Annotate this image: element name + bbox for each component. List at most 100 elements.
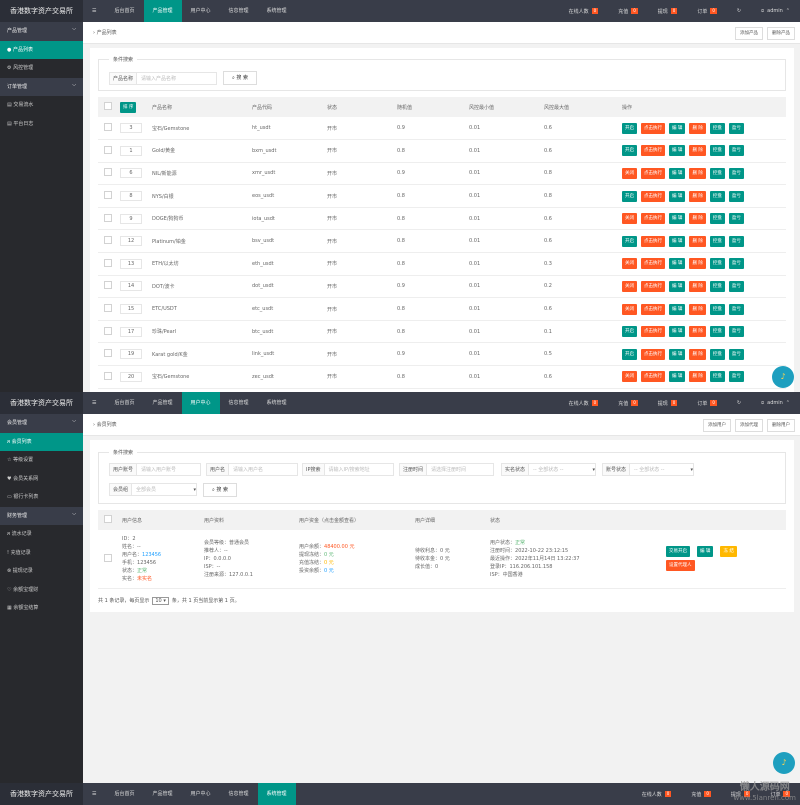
sort-input[interactable]: 6 — [120, 168, 142, 179]
toggle-button[interactable]: 关闭 — [622, 167, 637, 179]
sidebar-item[interactable]: ᴙ 流水记录 — [0, 525, 83, 544]
delete-user-button[interactable]: 删除用户 — [767, 419, 795, 432]
profit-button[interactable]: 盈亏 — [728, 371, 744, 383]
info-value[interactable]: 0 元 — [324, 560, 334, 566]
toggle-button[interactable]: 开启 — [622, 326, 637, 338]
control-button[interactable]: 控盘 — [709, 167, 725, 179]
toggle-button[interactable]: 关闭 — [622, 280, 637, 292]
toggle-button[interactable]: 关闭 — [622, 258, 637, 270]
control-button[interactable]: 控盘 — [709, 213, 725, 225]
edit-button[interactable]: 编 辑 — [669, 326, 686, 338]
info-value[interactable]: 0 元 — [324, 552, 334, 558]
toggle-button[interactable]: 开启 — [622, 190, 637, 202]
edit-button[interactable]: 编 辑 — [669, 303, 686, 315]
order-link[interactable]: 订单 0 — [687, 8, 727, 15]
sidebar-item[interactable]: ▦ 余额宝结算 — [0, 599, 83, 618]
edit-button[interactable]: 编 辑 — [669, 371, 686, 383]
online-users-link[interactable]: 在线人数 0 — [559, 8, 609, 15]
sidebar-item[interactable]: 会员管理 — [0, 412, 83, 433]
recharge-link[interactable]: 充值 0 — [608, 8, 648, 15]
sort-input[interactable]: 3 — [120, 123, 142, 134]
sidebar-item[interactable]: ♥ 会员关系网 — [0, 470, 83, 489]
control-button[interactable]: 控盘 — [709, 348, 725, 360]
sort-input[interactable]: 9 — [120, 213, 142, 224]
edit-button[interactable]: 编 辑 — [669, 145, 686, 157]
profit-button[interactable]: 盈亏 — [728, 348, 744, 360]
add-agent-button[interactable]: 添加代理 — [735, 419, 763, 432]
edit-button[interactable]: 编 辑 — [669, 348, 686, 360]
row-checkbox[interactable] — [104, 213, 112, 222]
edit-button[interactable]: 编 辑 — [669, 258, 686, 270]
execute-button[interactable]: 点击执行 — [641, 280, 665, 292]
row-checkbox[interactable] — [104, 168, 112, 177]
row-checkbox[interactable] — [104, 371, 112, 380]
edit-button[interactable]: 编 辑 — [669, 213, 686, 225]
profit-button[interactable]: 盈亏 — [728, 280, 744, 292]
nav-item[interactable]: 用户中心 — [181, 392, 220, 414]
delete-button[interactable]: 删 除 — [689, 167, 706, 179]
delete-button[interactable]: 删 除 — [689, 303, 706, 315]
search-field[interactable]: 会员组 全部会员 ▾ — [109, 483, 197, 496]
control-button[interactable]: 控盘 — [709, 145, 725, 157]
profit-button[interactable]: 盈亏 — [728, 122, 744, 134]
recharge-link[interactable]: 充值 0 — [608, 400, 648, 407]
sort-input[interactable]: 20 — [120, 371, 142, 382]
sort-input[interactable]: 8 — [120, 191, 142, 202]
search-field-input[interactable]: 请选择注册时间 — [427, 466, 493, 473]
menu-toggle-icon[interactable]: ☰ — [83, 0, 105, 22]
edit-button[interactable]: 编 辑 — [669, 167, 686, 179]
withdraw-link[interactable]: 提现 0 — [648, 8, 688, 15]
nav-item[interactable]: 系统管理 — [258, 392, 296, 414]
search-field-input[interactable]: 请输入用户账号 — [137, 466, 200, 473]
edit-button[interactable]: 编 辑 — [669, 280, 686, 292]
row-checkbox[interactable] — [104, 304, 112, 313]
product-name-input[interactable]: 请输入产品名称 — [137, 75, 216, 82]
profit-button[interactable]: 盈亏 — [728, 190, 744, 202]
toggle-button[interactable]: 关闭 — [622, 213, 637, 225]
online-users-link[interactable]: 在线人数 0 — [559, 400, 609, 407]
nav-item[interactable]: 用户中心 — [182, 0, 220, 22]
order-link[interactable]: 订单 0 — [687, 400, 727, 407]
delete-button[interactable]: 删 除 — [689, 258, 706, 270]
user-menu[interactable]: ⍝ admin ⌃ — [751, 8, 800, 14]
edit-button[interactable]: 编 辑 — [669, 190, 686, 202]
delete-button[interactable]: 删 除 — [689, 145, 706, 157]
execute-button[interactable]: 点击执行 — [641, 258, 665, 270]
user-menu[interactable]: ⍝ admin ⌃ — [751, 400, 800, 406]
chat-float-button[interactable]: ♪ — [772, 366, 794, 388]
sort-input[interactable]: 19 — [120, 349, 142, 360]
nav-item[interactable]: 产品管理 — [144, 392, 182, 414]
delete-button[interactable]: 删 除 — [689, 348, 706, 360]
sidebar-item[interactable]: ▤ 平台日志 — [0, 115, 83, 134]
row-checkbox[interactable] — [104, 553, 112, 562]
nav-item[interactable]: 产品管理 — [144, 783, 182, 805]
menu-toggle-icon[interactable]: ☰ — [83, 392, 105, 414]
info-value[interactable]: 0 元 — [324, 568, 334, 574]
page-size-select[interactable]: 10 ▾ — [152, 596, 169, 605]
control-button[interactable]: 控盘 — [709, 371, 725, 383]
control-button[interactable]: 控盘 — [709, 326, 725, 338]
execute-button[interactable]: 点击执行 — [641, 122, 665, 134]
execute-button[interactable]: 点击执行 — [641, 303, 665, 315]
search-field[interactable]: 用户名 请输入用户名 — [206, 463, 298, 476]
sort-input[interactable]: 1 — [120, 145, 142, 156]
sidebar-item[interactable]: ♡ 余额宝理财 — [0, 581, 83, 600]
nav-item[interactable]: 信息管理 — [220, 392, 258, 414]
search-field[interactable]: 账号状态 -- 全部状态 -- ▾ — [602, 463, 694, 476]
nav-item[interactable]: 产品管理 — [143, 0, 182, 22]
search-field-input[interactable]: 请输入用户名 — [229, 466, 297, 473]
trade-toggle-button[interactable]: 交易开启 — [666, 546, 690, 558]
row-checkbox[interactable] — [104, 281, 112, 290]
sidebar-item[interactable]: ᴙ 会员列表 — [0, 432, 83, 451]
profit-button[interactable]: 盈亏 — [728, 326, 744, 338]
info-value[interactable]: 123456 — [142, 552, 161, 558]
control-button[interactable]: 控盘 — [709, 280, 725, 292]
delete-button[interactable]: 删 除 — [689, 190, 706, 202]
freeze-button[interactable]: 冻 结 — [720, 546, 737, 558]
execute-button[interactable]: 点击执行 — [641, 326, 665, 338]
profit-button[interactable]: 盈亏 — [728, 235, 744, 247]
sort-input[interactable]: 12 — [120, 236, 142, 247]
refresh-icon[interactable]: ↻ — [727, 8, 751, 14]
sort-input[interactable]: 14 — [120, 281, 142, 292]
sidebar-item[interactable]: 产品管理 — [0, 20, 83, 41]
